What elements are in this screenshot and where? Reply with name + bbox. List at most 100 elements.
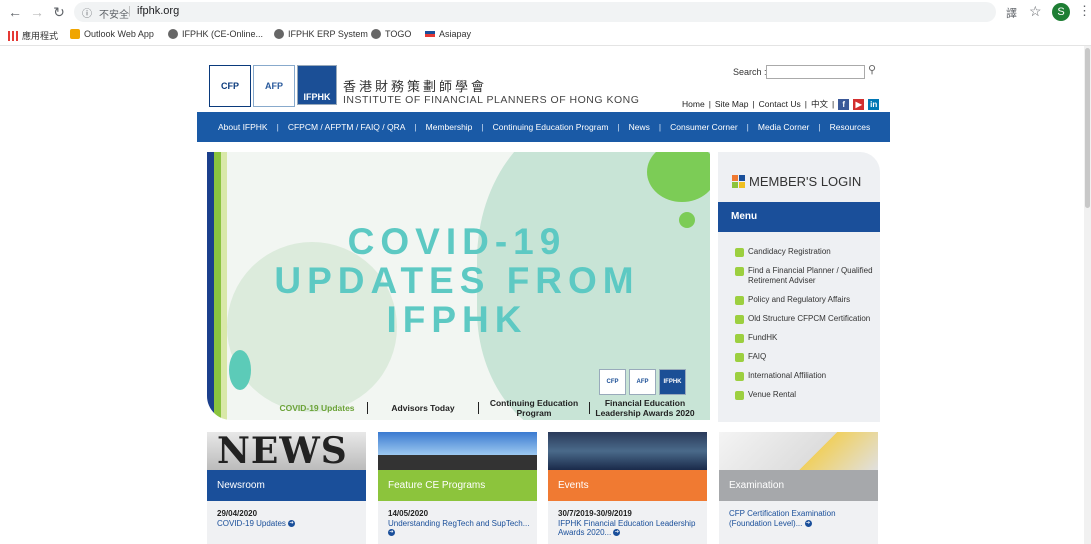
nav-divider: | bbox=[481, 122, 484, 132]
bookmark-apps[interactable]: 應用程式 bbox=[8, 29, 58, 42]
login-menu-label: Find a Financial Planner / Qualified Ret… bbox=[748, 266, 873, 285]
linkedin-icon[interactable]: in bbox=[868, 98, 880, 110]
hero-title-line: IFPHK bbox=[386, 299, 528, 340]
login-menu-label: Old Structure CFPCM Certification bbox=[748, 314, 871, 323]
arrow-right-icon[interactable]: ➔ bbox=[288, 519, 296, 527]
member-login-title[interactable]: MEMBER'S LOGIN bbox=[732, 174, 861, 189]
logo-group[interactable]: CFP AFP IFPHK bbox=[209, 65, 337, 107]
nav-media[interactable]: Media Corner bbox=[758, 122, 810, 132]
card-text[interactable]: CFP Certification Examination (Foundatio… bbox=[729, 509, 836, 528]
address-bar[interactable]: ⓘ 不安全 | ifphk.org bbox=[74, 2, 996, 22]
card-title[interactable]: Events bbox=[548, 470, 707, 501]
youtube-icon[interactable]: ▶ bbox=[853, 98, 865, 110]
facebook-icon[interactable]: f bbox=[838, 98, 850, 110]
bookmark-star-icon[interactable]: ☆ bbox=[1029, 3, 1042, 20]
card-body: CFP Certification Examination (Foundatio… bbox=[729, 509, 871, 528]
card-image bbox=[719, 432, 878, 470]
card-text[interactable]: IFPHK Financial Education Leadership Awa… bbox=[558, 519, 695, 538]
card-newsroom[interactable]: NEWS Newsroom 29/04/2020 COVID-19 Update… bbox=[207, 432, 366, 544]
bookmark-label: IFPHK ERP System bbox=[288, 29, 368, 39]
hero-tab-advisors[interactable]: Advisors Today bbox=[368, 403, 478, 413]
login-menu-label: International Affiliation bbox=[748, 371, 827, 380]
contact-link[interactable]: Contact Us bbox=[759, 99, 801, 109]
reload-icon[interactable]: ↻ bbox=[50, 4, 68, 21]
link-divider: | bbox=[752, 99, 755, 109]
policy-icon bbox=[735, 296, 744, 305]
cfp-logo[interactable]: CFP bbox=[209, 65, 251, 107]
nav-consumer[interactable]: Consumer Corner bbox=[670, 122, 738, 132]
chinese-link[interactable]: 中文 bbox=[811, 98, 828, 110]
nav-about[interactable]: About IFPHK bbox=[218, 122, 268, 132]
hero-tab-awards[interactable]: Financial Education Leadership Awards 20… bbox=[590, 398, 700, 418]
card-body: 29/04/2020 COVID-19 Updates ➔ bbox=[217, 509, 359, 528]
hero-title: COVID-19 UPDATES FROM IFPHK bbox=[257, 222, 657, 339]
info-icon[interactable]: ⓘ bbox=[82, 5, 92, 20]
ifphk-logo[interactable]: IFPHK bbox=[297, 65, 337, 105]
translate-icon[interactable]: 譯 bbox=[1006, 5, 1017, 21]
nav-membership[interactable]: Membership bbox=[426, 122, 473, 132]
fund-icon bbox=[735, 334, 744, 343]
card-title[interactable]: Examination bbox=[719, 470, 878, 501]
hero-shape bbox=[229, 350, 251, 390]
card-events[interactable]: Events 30/7/2019-30/9/2019 IFPHK Financi… bbox=[548, 432, 707, 544]
search-input[interactable] bbox=[766, 65, 865, 79]
login-menu-item[interactable]: Candidacy Registration bbox=[735, 247, 875, 257]
link-divider: | bbox=[708, 99, 711, 109]
scrollbar-thumb[interactable] bbox=[1085, 48, 1090, 208]
arrow-right-icon[interactable]: ➔ bbox=[613, 529, 621, 537]
member-login-label: MEMBER'S LOGIN bbox=[749, 174, 862, 189]
afp-logo: AFP bbox=[629, 369, 656, 395]
page-scrollbar[interactable] bbox=[1084, 46, 1091, 544]
forward-icon[interactable]: → bbox=[28, 4, 46, 20]
bookmark-ifphk-ce[interactable]: IFPHK (CE-Online... bbox=[168, 29, 263, 39]
nav-resources[interactable]: Resources bbox=[830, 122, 871, 132]
bookmark-ifphk-erp[interactable]: IFPHK ERP System bbox=[274, 29, 368, 39]
afp-logo[interactable]: AFP bbox=[253, 65, 295, 107]
home-link[interactable]: Home bbox=[682, 99, 705, 109]
card-date: 14/05/2020 bbox=[388, 509, 429, 518]
nav-news[interactable]: News bbox=[629, 122, 650, 132]
hero-banner[interactable]: COVID-19 UPDATES FROM IFPHK CFP AFP IFPH… bbox=[207, 152, 710, 420]
nav-divider: | bbox=[818, 122, 821, 132]
login-menu-item[interactable]: FAIQ bbox=[735, 352, 875, 362]
card-title[interactable]: Newsroom bbox=[207, 470, 366, 501]
login-menu-item[interactable]: Policy and Regulatory Affairs bbox=[735, 295, 875, 305]
card-text[interactable]: Understanding RegTech and SupTech... bbox=[388, 519, 529, 528]
member-login-panel: MEMBER'S LOGIN Menu Candidacy Registrati… bbox=[718, 152, 880, 422]
sitemap-link[interactable]: Site Map bbox=[715, 99, 749, 109]
profile-avatar[interactable]: S bbox=[1052, 3, 1070, 21]
card-body: 14/05/2020 Understanding RegTech and Sup… bbox=[388, 509, 530, 538]
bookmark-label: Outlook Web App bbox=[84, 29, 154, 39]
back-icon[interactable]: ← bbox=[6, 4, 24, 20]
bookmark-asiapay[interactable]: Asiapay bbox=[425, 29, 471, 39]
card-feature-ce[interactable]: Feature CE Programs 14/05/2020 Understan… bbox=[378, 432, 537, 544]
login-menu-item[interactable]: Old Structure CFPCM Certification bbox=[735, 314, 875, 324]
pencil-icon bbox=[735, 248, 744, 257]
bookmark-outlook[interactable]: Outlook Web App bbox=[70, 29, 154, 39]
login-menu-header: Menu bbox=[718, 202, 880, 232]
card-text[interactable]: COVID-19 Updates bbox=[217, 519, 286, 528]
hero-tabs: COVID-19 Updates Advisors Today Continui… bbox=[267, 396, 707, 420]
news-image-text: NEWS bbox=[217, 432, 348, 472]
browser-menu-icon[interactable]: ⋮ bbox=[1078, 3, 1091, 19]
nav-cfp[interactable]: CFPCM / AFPTM / FAIQ / QRA bbox=[288, 122, 406, 132]
card-examination[interactable]: Examination CFP Certification Examinatio… bbox=[719, 432, 878, 544]
login-menu-item[interactable]: FundHK bbox=[735, 333, 875, 343]
url-text[interactable]: ifphk.org bbox=[137, 5, 179, 17]
main-nav: About IFPHK | CFPCM / AFPTM / FAIQ / QRA |… bbox=[197, 112, 890, 142]
login-menu-item[interactable]: Venue Rental bbox=[735, 390, 875, 400]
hero-tab-covid[interactable]: COVID-19 Updates bbox=[267, 403, 367, 413]
login-menu-item[interactable]: Find a Financial Planner / Qualified Ret… bbox=[735, 266, 875, 286]
document-icon bbox=[735, 353, 744, 362]
search-icon[interactable]: ⚲ bbox=[868, 63, 876, 76]
link-divider: | bbox=[831, 99, 835, 109]
login-menu-item[interactable]: International Affiliation bbox=[735, 371, 875, 381]
nav-ce-program[interactable]: Continuing Education Program bbox=[493, 122, 609, 132]
hero-tab-ce[interactable]: Continuing Education Program bbox=[479, 398, 589, 418]
card-image bbox=[378, 432, 537, 470]
bookmark-togo[interactable]: TOGO bbox=[371, 29, 411, 39]
arrow-right-icon[interactable]: ➔ bbox=[388, 529, 395, 537]
card-title[interactable]: Feature CE Programs bbox=[378, 470, 537, 501]
search-label: Search : bbox=[733, 67, 767, 77]
arrow-right-icon[interactable]: ➔ bbox=[804, 519, 812, 527]
